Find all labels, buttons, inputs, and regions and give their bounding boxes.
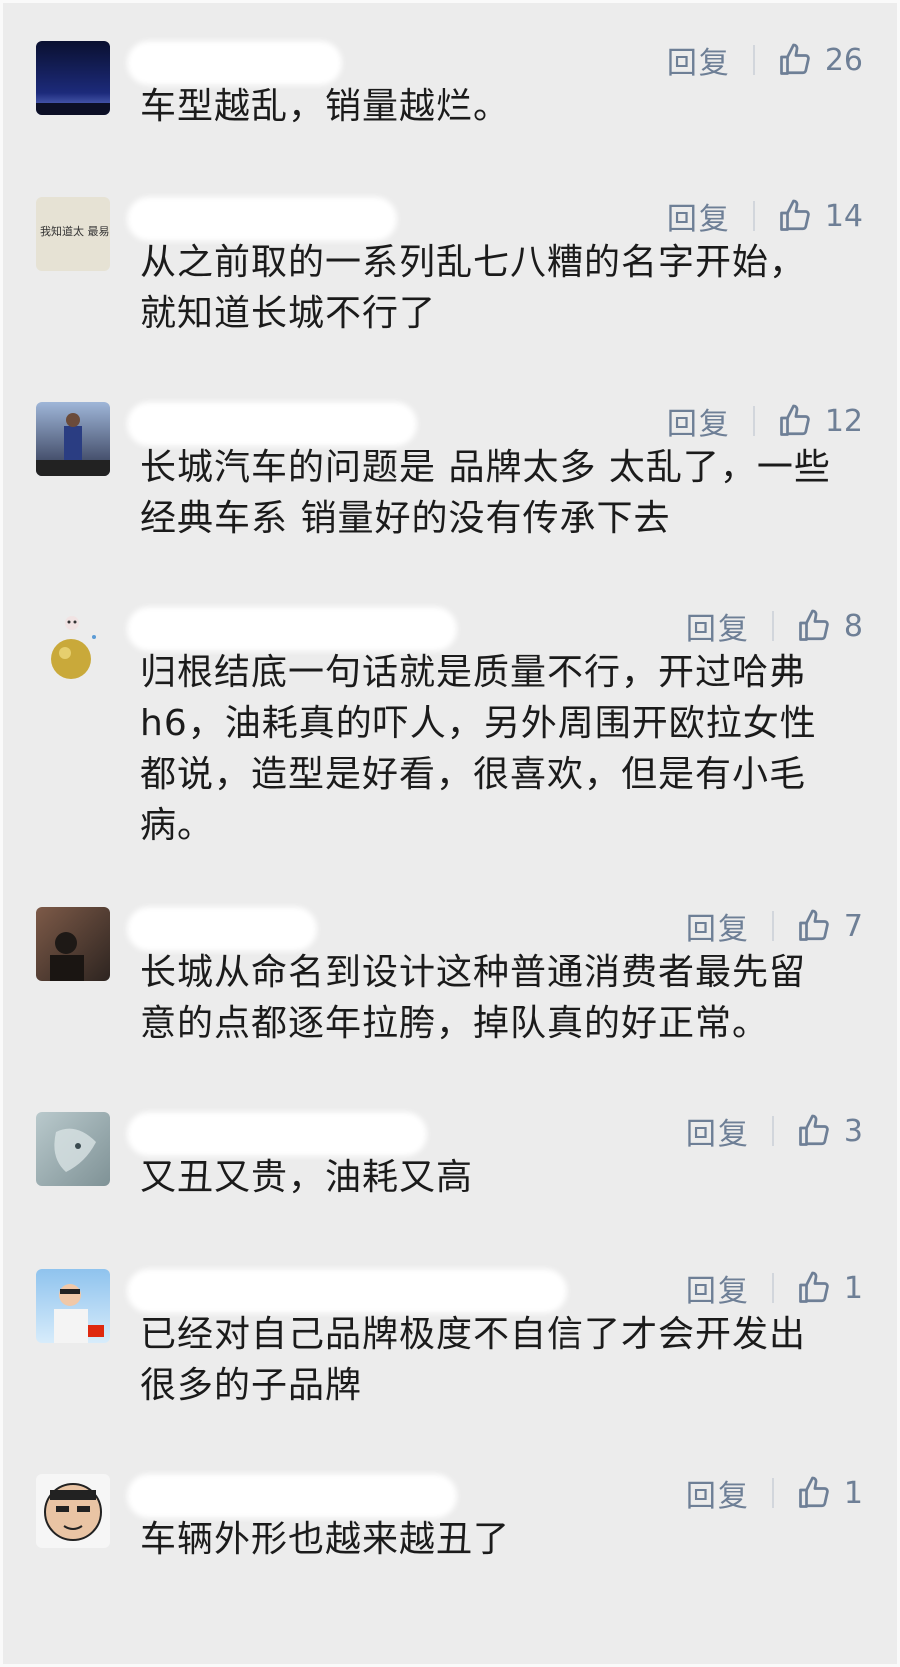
divider bbox=[752, 406, 755, 436]
avatar[interactable] bbox=[36, 907, 110, 981]
reply-button[interactable]: 回复 bbox=[686, 604, 750, 648]
like-count: 1 bbox=[843, 1270, 863, 1306]
like-count: 7 bbox=[843, 908, 863, 944]
username-redacted bbox=[127, 1112, 427, 1156]
like-button[interactable]: 26 bbox=[777, 42, 863, 78]
divider bbox=[771, 1478, 774, 1508]
avatar-calligraphy: 我知道太 最易梁园 bbox=[40, 224, 110, 238]
like-button[interactable]: 8 bbox=[796, 608, 863, 644]
avatar[interactable] bbox=[36, 1269, 110, 1343]
username-redacted bbox=[127, 402, 417, 446]
thumbs-up-icon bbox=[779, 43, 810, 75]
like-count: 8 bbox=[843, 608, 863, 644]
like-count: 12 bbox=[824, 403, 863, 439]
avatar[interactable] bbox=[36, 402, 110, 476]
reply-button[interactable]: 回复 bbox=[667, 38, 731, 82]
comment-text: 车辆外形也越来越丑了 bbox=[140, 1519, 511, 1560]
comment-text: 长城从命名到设计这种普通消费者最先留 意的点都逐年拉胯，掉队真的好正常。 bbox=[140, 952, 807, 1044]
username-redacted bbox=[127, 197, 397, 241]
thumbs-up-icon bbox=[779, 199, 810, 231]
comment-text: 从之前取的一系列乱七八糟的名字开始， 就知道长城不行了 bbox=[140, 242, 807, 334]
username-redacted bbox=[127, 41, 342, 85]
reply-button[interactable]: 回复 bbox=[667, 194, 731, 238]
like-button[interactable]: 1 bbox=[796, 1475, 863, 1511]
like-count: 1 bbox=[843, 1475, 863, 1511]
thumbs-up-icon bbox=[799, 1271, 829, 1303]
like-button[interactable]: 7 bbox=[796, 908, 863, 944]
thumbs-up-icon bbox=[799, 909, 829, 941]
username-redacted bbox=[127, 1269, 567, 1313]
divider bbox=[771, 911, 774, 941]
comment-text: 又丑又贵，油耗又高 bbox=[140, 1157, 474, 1198]
username-redacted bbox=[127, 607, 457, 651]
divider bbox=[752, 45, 755, 75]
comment-text: 已经对自己品牌极度不自信了才会开发出 很多的子品牌 bbox=[140, 1314, 807, 1406]
thumbs-up-icon bbox=[799, 1476, 829, 1508]
reply-button[interactable]: 回复 bbox=[686, 904, 750, 948]
avatar[interactable] bbox=[36, 1112, 110, 1186]
like-count: 26 bbox=[824, 42, 863, 78]
like-button[interactable]: 3 bbox=[796, 1113, 863, 1149]
comment-text: 长城汽车的问题是 品牌太多 太乱了，一些 经典车系 销量好的没有传承下去 bbox=[140, 447, 831, 539]
reply-button[interactable]: 回复 bbox=[686, 1109, 750, 1153]
like-count: 3 bbox=[843, 1113, 863, 1149]
divider bbox=[771, 611, 774, 641]
like-count: 14 bbox=[824, 198, 863, 234]
like-button[interactable]: 14 bbox=[777, 198, 863, 234]
reply-button[interactable]: 回复 bbox=[667, 399, 731, 443]
avatar[interactable] bbox=[36, 1474, 110, 1548]
thumbs-up-icon bbox=[779, 404, 810, 436]
like-button[interactable]: 12 bbox=[777, 403, 863, 439]
reply-button[interactable]: 回复 bbox=[686, 1266, 750, 1310]
avatar[interactable] bbox=[36, 41, 110, 115]
username-redacted bbox=[127, 907, 317, 951]
divider bbox=[752, 201, 755, 231]
comment-text: 归根结底一句话就是质量不行，开过哈弗 h6，油耗真的吓人，另外周围开欧拉女性 都… bbox=[140, 652, 817, 846]
like-button[interactable]: 1 bbox=[796, 1270, 863, 1306]
thumbs-up-icon bbox=[799, 609, 829, 641]
avatar[interactable]: 我知道太 最易梁园 bbox=[36, 197, 110, 271]
comment-list: 回复 26 车型越乱，销量越烂。 我知道太 最易梁园 回复 14 从之前取的一系… bbox=[0, 0, 900, 1667]
username-redacted bbox=[127, 1474, 457, 1518]
avatar[interactable] bbox=[36, 607, 110, 681]
comment-text: 车型越乱，销量越烂。 bbox=[140, 86, 511, 127]
divider bbox=[771, 1273, 774, 1303]
divider bbox=[771, 1116, 774, 1146]
reply-button[interactable]: 回复 bbox=[686, 1471, 750, 1515]
thumbs-up-icon bbox=[799, 1114, 829, 1146]
